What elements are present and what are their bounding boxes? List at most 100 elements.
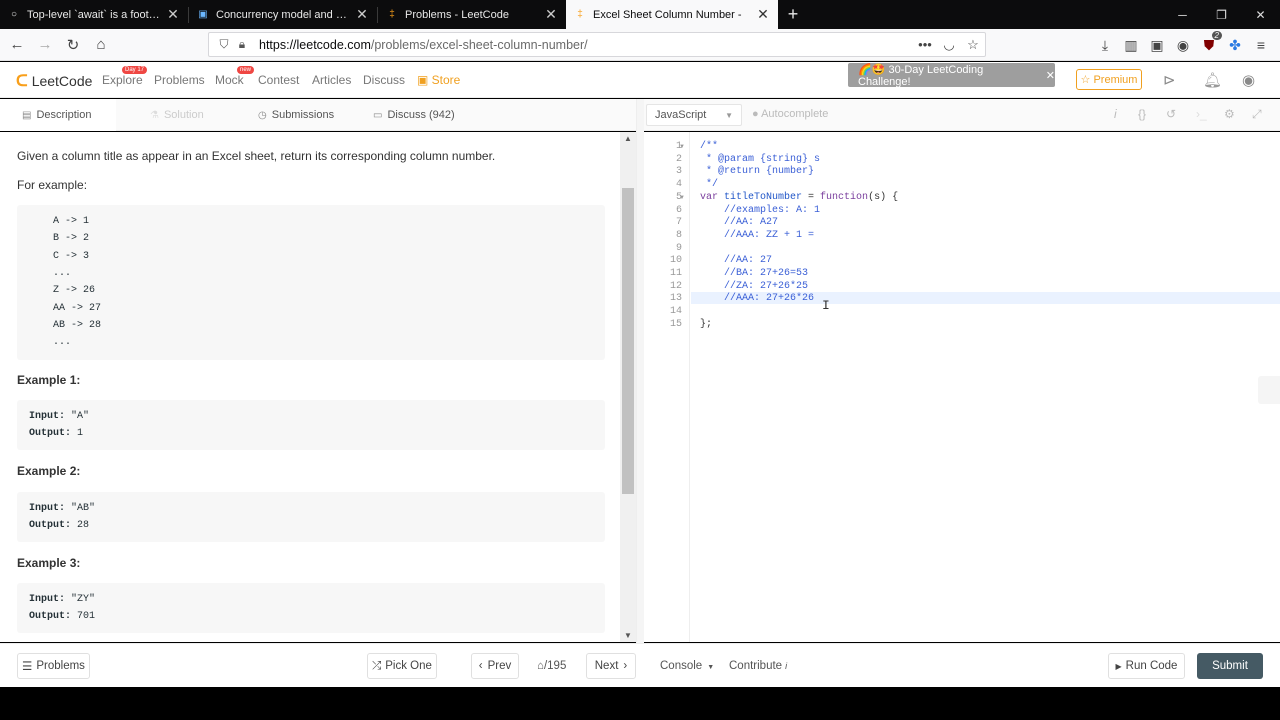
forward-icon[interactable]: →	[32, 32, 58, 58]
run-code-button[interactable]: ▶ Run Code	[1108, 653, 1185, 679]
terminal-icon[interactable]: ›_	[1196, 107, 1207, 121]
shield-icon[interactable]: ⛉	[215, 37, 233, 52]
premium-button[interactable]: ☆ Premium	[1076, 69, 1142, 90]
challenge-banner-button[interactable]: 🌈🤩 30-Day LeetCoding Challenge! ✕	[848, 63, 1055, 88]
problem-counter[interactable]: ⌂/195	[537, 660, 566, 672]
tab-discuss[interactable]: ▭ Discuss (942)	[373, 99, 455, 131]
url-text[interactable]: https://leetcode.com/problems/excel-shee…	[259, 38, 913, 52]
fold-arrow-icon[interactable]: ▼	[679, 144, 685, 150]
code-line[interactable]: };	[700, 319, 712, 330]
code-editor[interactable]: 1 ▼ 2 3 4 5 ▼ 6 7 8 9 10 11 12 13 14 15 /** * @param {st…	[644, 132, 1280, 642]
tab-solution[interactable]: ⚗ Solution	[150, 99, 204, 131]
console-toggle[interactable]: Console ▼	[660, 660, 714, 672]
back-icon[interactable]: ←	[4, 32, 30, 58]
nav-explore[interactable]: Explore Day 17	[102, 66, 148, 87]
info-icon[interactable]: i	[1114, 107, 1117, 121]
side-panel-tab[interactable]	[1258, 376, 1280, 404]
nav-articles[interactable]: Articles	[312, 73, 351, 87]
close-tab-icon[interactable]: ✕	[544, 6, 558, 23]
settings-gear-icon[interactable]: ⚙	[1224, 107, 1235, 121]
browser-tab-3[interactable]: ‡ Problems - LeetCode ✕	[378, 0, 566, 29]
library-icon[interactable]: ▥	[1118, 37, 1144, 54]
input-label: Input:	[29, 503, 66, 514]
home-icon[interactable]: ⌂	[88, 32, 114, 58]
toolbar-right: ⤓ ▥ ▣ ◉ ⛊ 2 ✤ ≡	[1092, 29, 1274, 61]
download-icon[interactable]: ⤓	[1092, 37, 1118, 54]
line-number: 4	[675, 179, 682, 191]
code-line[interactable]: //ZA: 27+26*25	[700, 281, 808, 292]
nav-mock[interactable]: Mock new	[215, 66, 255, 87]
tab-submissions[interactable]: ◷ Submissions	[258, 99, 334, 131]
close-tab-icon[interactable]: ✕	[756, 6, 770, 23]
code-line[interactable]: * @return {number}	[700, 166, 814, 177]
nav-label: Store	[431, 73, 461, 87]
code-line[interactable]: //AAA: 27+26*26	[700, 293, 814, 304]
lock-icon[interactable]: 🔒︎	[233, 37, 251, 52]
code-line[interactable]: var titleToNumber = function(s) {	[700, 192, 898, 203]
browser-tab-2[interactable]: ▣ Concurrency model and the ev ✕	[189, 0, 377, 29]
nav-discuss[interactable]: Discuss	[363, 73, 405, 87]
submit-button[interactable]: Submit	[1197, 653, 1263, 679]
code-line[interactable]: //examples: A: 1	[700, 205, 820, 216]
pocket-icon[interactable]: ◡	[937, 37, 961, 53]
extensions-icon[interactable]: ✤	[1222, 37, 1248, 54]
ublock-icon[interactable]: ⛊ 2	[1196, 30, 1222, 54]
reload-icon[interactable]: ↻	[60, 32, 86, 58]
playground-icon[interactable]: ⊳	[1163, 71, 1176, 89]
account-icon[interactable]: ◉	[1170, 37, 1196, 54]
shuffle-icon: ⤮	[372, 659, 382, 672]
tab-label: Discuss (942)	[387, 109, 455, 121]
button-label: Console	[660, 660, 703, 672]
menu-icon[interactable]: ≡	[1248, 37, 1274, 53]
close-tab-icon[interactable]: ✕	[355, 6, 369, 23]
next-button[interactable]: Next ›	[586, 653, 636, 679]
code-line[interactable]: //AAA: ZZ + 1 =	[700, 230, 814, 241]
example-output: Output: 1	[29, 428, 83, 439]
scroll-up-icon[interactable]: ▲	[620, 134, 636, 143]
browser-tab-1[interactable]: ○ Top-level `await` is a footgun ✕	[0, 0, 188, 29]
scrollbar-thumb[interactable]	[622, 188, 634, 494]
minimize-icon[interactable]: ─	[1163, 0, 1202, 29]
language-select[interactable]: JavaScript ▼	[646, 104, 742, 126]
page-actions-icon[interactable]: •••	[913, 37, 937, 53]
nav-contest[interactable]: Contest	[258, 73, 299, 87]
code-line[interactable]: /**	[700, 141, 718, 152]
sidebar-icon[interactable]: ▣	[1144, 37, 1170, 54]
fold-arrow-icon[interactable]: ▼	[679, 195, 685, 201]
scroll-down-icon[interactable]: ▼	[620, 631, 636, 640]
new-tab-button[interactable]: +	[778, 0, 808, 29]
pick-one-button[interactable]: ⤮ Pick One	[367, 653, 437, 679]
tab-description[interactable]: ▤ Description	[0, 99, 116, 131]
code-line[interactable]: * @param {string} s	[700, 154, 820, 165]
notification-bell-icon[interactable]: 🔔︎	[1203, 71, 1222, 89]
restore-icon[interactable]: ❐	[1202, 0, 1241, 29]
example-output: Output: 28	[29, 520, 89, 531]
fullscreen-icon[interactable]: ⤢	[1252, 107, 1262, 122]
nav-store[interactable]: ▣ Store	[417, 73, 460, 87]
pane-splitter[interactable]	[636, 99, 644, 643]
code-line[interactable]: */	[700, 179, 718, 190]
browser-tab-4-active[interactable]: ‡ Excel Sheet Column Number - ✕	[566, 0, 778, 29]
format-braces-icon[interactable]: {}	[1138, 107, 1146, 121]
button-label: Run Code	[1125, 660, 1178, 672]
autocomplete-toggle[interactable]: ● Autocomplete	[752, 108, 828, 120]
prev-button[interactable]: ‹ Prev	[471, 653, 519, 679]
problems-list-button[interactable]: ☰ Problems	[17, 653, 90, 679]
leetcode-logo[interactable]: ᑕ LeetCode	[16, 71, 92, 91]
contribute-link[interactable]: Contribute i	[729, 660, 787, 672]
mapping-line: B -> 2	[53, 233, 90, 244]
bookmark-star-icon[interactable]: ☆	[961, 37, 985, 53]
url-bar[interactable]: ⛉ 🔒︎ https://leetcode.com/problems/excel…	[208, 32, 986, 57]
close-tab-icon[interactable]: ✕	[166, 6, 180, 23]
url-host: https://leetcode.com	[259, 37, 371, 52]
code-line[interactable]: //AA: A27	[700, 217, 778, 228]
avatar[interactable]: ◉	[1242, 71, 1255, 89]
reset-icon[interactable]: ↺	[1166, 107, 1176, 121]
description-scrollbar[interactable]: ▲ ▼	[620, 132, 636, 642]
nav-problems[interactable]: Problems	[154, 73, 205, 87]
code-line[interactable]: //BA: 27+26=53	[700, 268, 808, 279]
code-line[interactable]: //AA: 27	[700, 255, 772, 266]
nav-label: Explore	[102, 73, 143, 87]
close-icon[interactable]: ✕	[1046, 69, 1055, 82]
close-window-icon[interactable]: ✕	[1241, 0, 1280, 29]
